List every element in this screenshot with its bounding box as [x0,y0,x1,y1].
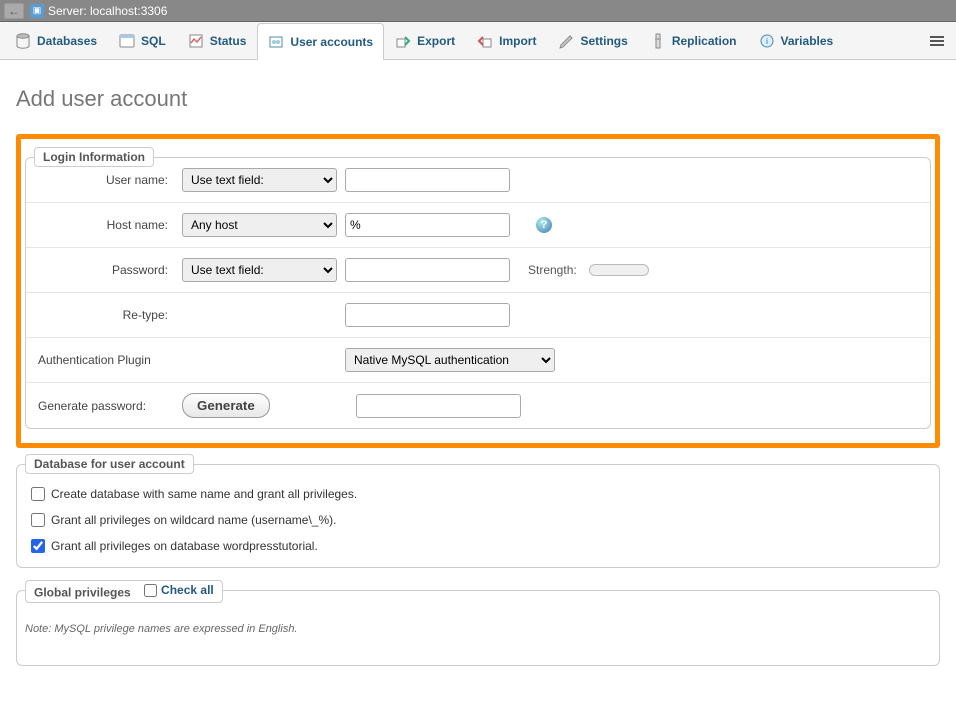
svg-text:i: i [766,37,768,46]
import-icon [477,33,493,49]
db-opt3-checkbox[interactable] [31,539,45,553]
row-password: Password: Use text field: Strength: [26,248,930,293]
sql-icon [119,33,135,49]
users-icon [268,34,284,50]
strength-meter [589,264,649,276]
row-generate: Generate password: Generate [26,383,930,428]
nav-replication[interactable]: Replication [639,22,748,59]
check-all-label: Check all [161,583,214,597]
row-username: User name: Use text field: [26,158,930,203]
hostname-select[interactable]: Any host [182,213,337,237]
nav-label: Settings [580,34,627,48]
database-icon [15,33,31,49]
nav-label: SQL [141,34,166,48]
db-fieldset: Database for user account Create databas… [16,464,940,568]
db-legend: Database for user account [25,454,194,474]
nav-settings[interactable]: Settings [547,22,638,59]
nav-label: Export [417,34,455,48]
nav-label: Databases [37,34,97,48]
username-select[interactable]: Use text field: [182,168,337,192]
nav-import[interactable]: Import [466,22,547,59]
nav-status[interactable]: Status [177,22,258,59]
auth-select[interactable]: Native MySQL authentication [345,348,555,372]
global-priv-legend-text: Global privileges [34,586,131,600]
generate-output[interactable] [356,394,521,418]
password-input[interactable] [345,258,510,282]
global-priv-fieldset: Global privileges Check all Note: MySQL … [16,590,940,666]
db-opt1: Create database with same name and grant… [23,481,933,507]
row-hostname: Host name: Any host ? [26,203,930,248]
hostname-label: Host name: [34,218,174,232]
username-label: User name: [34,173,174,187]
main-nav: Databases SQL Status User accounts Expor… [0,22,956,60]
login-info-fieldset: Login Information User name: Use text fi… [25,157,931,429]
row-auth: Authentication Plugin Native MySQL authe… [26,338,930,383]
nav-variables[interactable]: i Variables [748,22,845,59]
nav-label: Import [499,34,536,48]
topbar: ← ▣ Server: localhost:3306 [0,0,956,22]
username-input[interactable] [345,168,510,192]
db-opt1-label: Create database with same name and grant… [51,487,357,501]
nav-databases[interactable]: Databases [4,22,108,59]
nav-label: Status [210,34,247,48]
login-info-legend: Login Information [34,147,154,167]
export-icon [395,33,411,49]
db-opt3-label: Grant all privileges on database wordpre… [51,539,318,553]
password-label: Password: [34,263,174,277]
replication-icon [650,33,666,49]
content: Add user account Login Information User … [0,60,956,690]
auth-label: Authentication Plugin [34,353,174,367]
help-icon[interactable]: ? [536,217,552,233]
generate-label: Generate password: [34,399,174,413]
nav-user-accounts[interactable]: User accounts [257,23,384,60]
db-opt2: Grant all privileges on wildcard name (u… [23,507,933,533]
retype-input[interactable] [345,303,510,327]
page-title: Add user account [16,86,940,112]
status-icon [188,33,204,49]
check-all-checkbox[interactable] [144,584,157,597]
retype-label: Re-type: [34,308,174,322]
nav-label: Variables [781,34,834,48]
nav-label: Replication [672,34,737,48]
nav-export[interactable]: Export [384,22,466,59]
server-label: Server: localhost:3306 [48,4,167,18]
db-opt1-checkbox[interactable] [31,487,45,501]
server-icon: ▣ [30,4,44,18]
db-opt3: Grant all privileges on database wordpre… [23,533,933,559]
more-icon [929,36,945,46]
back-button[interactable]: ← [4,3,24,19]
nav-label: User accounts [290,35,373,49]
row-retype: Re-type: [26,293,930,338]
settings-icon [558,33,574,49]
login-info-highlight: Login Information User name: Use text fi… [16,134,940,448]
privilege-note: Note: MySQL privilege names are expresse… [25,623,933,635]
db-opt2-checkbox[interactable] [31,513,45,527]
hostname-input[interactable] [345,213,510,237]
db-opt2-label: Grant all privileges on wildcard name (u… [51,513,336,527]
generate-button[interactable]: Generate [182,393,270,418]
password-select[interactable]: Use text field: [182,258,337,282]
strength-label: Strength: [528,263,577,277]
variables-icon: i [759,33,775,49]
global-priv-legend: Global privileges Check all [25,580,223,603]
nav-sql[interactable]: SQL [108,22,177,59]
check-all-control[interactable]: Check all [144,583,214,597]
nav-more[interactable] [918,22,956,59]
